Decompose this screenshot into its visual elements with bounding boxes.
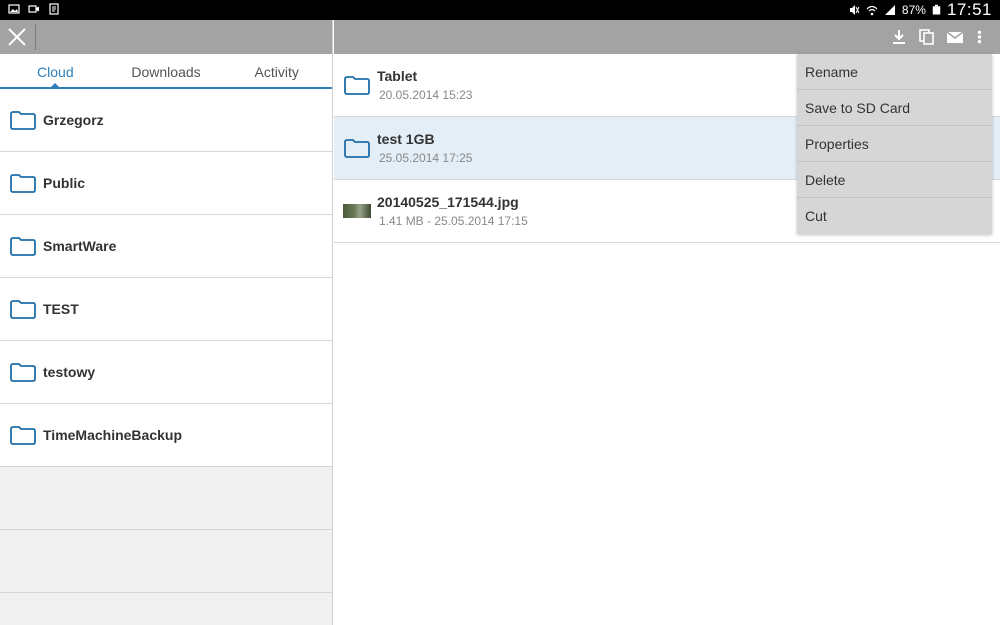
- clock: 17:51: [946, 0, 992, 19]
- close-icon[interactable]: [6, 26, 28, 48]
- tab-indicator: [50, 83, 60, 88]
- folder-item-test[interactable]: TEST: [0, 278, 332, 341]
- menu-item-cut[interactable]: Cut: [797, 198, 992, 234]
- notification-icon: [49, 3, 59, 15]
- overflow-menu: Rename Save to SD Card Properties Delete…: [797, 54, 992, 234]
- folder-name: Public: [43, 175, 86, 191]
- menu-item-properties[interactable]: Properties: [797, 126, 992, 162]
- folder-icon: [10, 174, 36, 193]
- folder-icon: [10, 300, 36, 319]
- folder-name: TimeMachineBackup: [43, 427, 183, 443]
- tab-downloads[interactable]: Downloads: [111, 54, 222, 87]
- image-thumbnail: [343, 204, 371, 218]
- folder-list: Grzegorz Public SmartWare TEST testowy T…: [0, 89, 332, 467]
- tab-activity[interactable]: Activity: [221, 54, 332, 87]
- folder-name: testowy: [43, 364, 96, 380]
- file-details: 1.41 MB - 25.05.2014 17:15: [379, 214, 528, 228]
- folder-name: Grzegorz: [43, 112, 104, 128]
- file-name: test 1GB: [377, 131, 435, 147]
- copy-icon[interactable]: [918, 28, 936, 46]
- menu-item-save-to-sd[interactable]: Save to SD Card: [797, 90, 992, 126]
- folder-item-testowy[interactable]: testowy: [0, 341, 332, 404]
- status-left-icons: [8, 3, 60, 15]
- folder-icon: [10, 111, 36, 130]
- folder-icon: [10, 237, 36, 256]
- folder-icon: [10, 426, 36, 445]
- folder-icon: [10, 363, 36, 382]
- gallery-icon: [8, 4, 20, 14]
- list-item-text: 20140525_171544.jpg 1.41 MB - 25.05.2014…: [377, 194, 528, 228]
- status-bar: 87% 17:51: [0, 0, 1000, 20]
- folder-item-grzegorz[interactable]: Grzegorz: [0, 89, 332, 152]
- list-item-text: test 1GB 25.05.2014 17:25: [377, 131, 472, 165]
- file-name: Tablet: [377, 68, 418, 84]
- left-toolbar: [0, 20, 332, 54]
- folder-item-public[interactable]: Public: [0, 152, 332, 215]
- battery-percent: 87%: [901, 3, 926, 17]
- folder-name: SmartWare: [43, 238, 117, 254]
- wifi-icon: [866, 5, 878, 16]
- folder-name: TEST: [43, 301, 79, 317]
- more-vert-icon[interactable]: [974, 25, 988, 49]
- navigation-pane: Cloud Downloads Activity Grzegorz Public…: [0, 20, 333, 625]
- mail-icon[interactable]: [946, 28, 964, 46]
- signal-icon: [884, 5, 895, 15]
- folder-item-smartware[interactable]: SmartWare: [0, 215, 332, 278]
- empty-row: [0, 530, 332, 593]
- download-icon[interactable]: [890, 28, 908, 46]
- toolbar-actions: [890, 20, 988, 54]
- folder-item-timemachinebackup[interactable]: TimeMachineBackup: [0, 404, 332, 467]
- file-details: 20.05.2014 15:23: [379, 88, 473, 102]
- toolbar-divider: [35, 24, 36, 50]
- folder-icon: [344, 139, 370, 158]
- video-icon: [28, 5, 39, 13]
- status-right: 87% 17:51: [848, 0, 992, 20]
- list-item-text: Tablet 20.05.2014 15:23: [377, 68, 472, 102]
- mute-icon: [849, 5, 860, 15]
- empty-row: [0, 467, 332, 530]
- tab-bar: Cloud Downloads Activity: [0, 54, 332, 89]
- file-details: 25.05.2014 17:25: [379, 151, 473, 165]
- file-name: 20140525_171544.jpg: [377, 194, 519, 210]
- folder-icon: [344, 76, 370, 95]
- menu-item-rename[interactable]: Rename: [797, 54, 992, 90]
- battery-icon: [932, 4, 941, 15]
- right-toolbar: [334, 20, 1000, 54]
- menu-item-delete[interactable]: Delete: [797, 162, 992, 198]
